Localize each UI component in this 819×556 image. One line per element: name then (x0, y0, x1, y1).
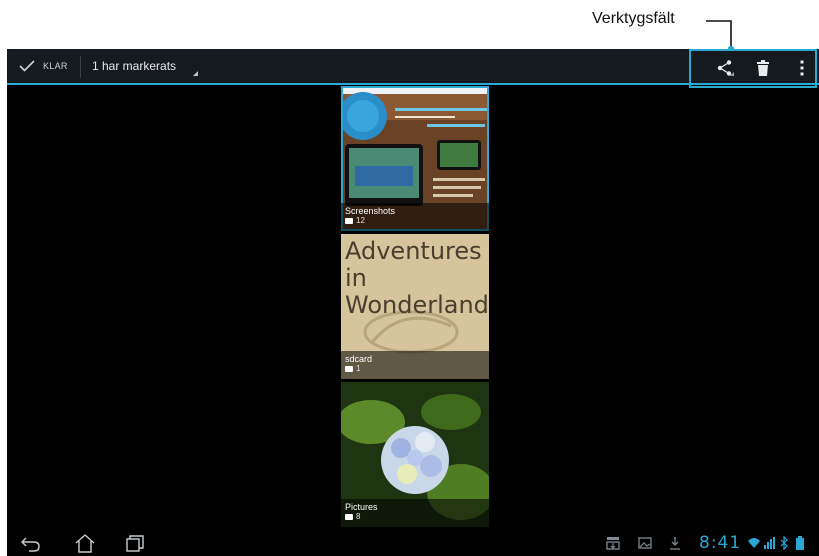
album-caption: Pictures 8 (341, 499, 489, 527)
dropdown-corner-icon (193, 71, 198, 76)
signal-icon[interactable] (763, 536, 777, 550)
system-bar: 8:41 (7, 529, 819, 556)
home-icon[interactable] (74, 533, 96, 553)
recent-apps-icon[interactable] (124, 533, 146, 553)
album-tile-sdcard[interactable]: Adventures in Wonderland sdcard 1 (341, 234, 489, 379)
wifi-icon[interactable] (747, 536, 761, 550)
album-name: Pictures (345, 502, 378, 512)
album-count-value: 12 (356, 216, 365, 225)
overflow-menu-button[interactable] (791, 57, 813, 79)
album-caption: sdcard 1 (341, 351, 489, 379)
folder-icon (345, 218, 353, 224)
done-button[interactable]: KLAR (13, 49, 73, 83)
action-bar-divider (80, 56, 81, 78)
back-icon[interactable] (20, 533, 42, 553)
selection-count-text: 1 har markerats (92, 59, 177, 73)
overflow-menu-icon (800, 60, 804, 76)
bluetooth-icon[interactable] (779, 536, 789, 550)
album-count: 8 (345, 512, 485, 522)
trash-icon (757, 60, 769, 76)
tablet-screen: KLAR 1 har markerats Screenshots 12 Adve… (7, 49, 819, 556)
album-count: 12 (345, 216, 485, 226)
album-caption: Screenshots 12 (341, 203, 489, 231)
gallery-icon[interactable] (638, 536, 652, 550)
done-label: KLAR (43, 61, 68, 71)
album-name: Screenshots (345, 206, 396, 216)
folder-icon (345, 366, 353, 372)
status-clock: 8:41 (699, 533, 742, 553)
share-button[interactable] (714, 57, 736, 79)
album-count-value: 8 (356, 512, 361, 521)
checkmark-icon (19, 60, 35, 72)
battery-icon[interactable] (795, 536, 805, 550)
book-cover-title: Adventures in Wonderland (345, 237, 489, 319)
action-bar: KLAR 1 har markerats (7, 49, 819, 88)
usb-icon[interactable] (606, 536, 620, 550)
album-tile-screenshots[interactable]: Screenshots 12 (341, 86, 489, 231)
folder-icon (345, 514, 353, 520)
album-count-value: 1 (356, 364, 361, 373)
album-name: sdcard (345, 354, 373, 364)
delete-button[interactable] (752, 57, 774, 79)
share-icon (717, 60, 734, 76)
album-tile-pictures[interactable]: Pictures 8 (341, 382, 489, 527)
album-count: 1 (345, 364, 485, 374)
selection-count-dropdown[interactable]: 1 har markerats (92, 49, 202, 83)
download-icon[interactable] (669, 536, 681, 550)
